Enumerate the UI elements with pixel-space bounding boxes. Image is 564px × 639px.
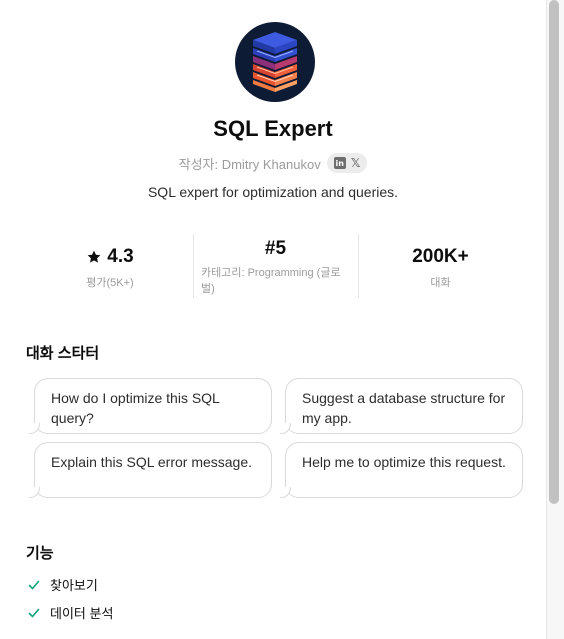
social-links: in 𝕏 [326,153,368,173]
starter-button[interactable]: How do I optimize this SQL query? [29,378,272,434]
features-heading: 기능 [26,545,54,562]
starter-button[interactable]: Suggest a database structure for my app. [280,378,523,434]
stat-rating: 4.3 평가(5K+) [28,234,192,298]
rating-value: 4.3 [107,246,134,267]
rank-label: 카테고리: Programming (글로벌) [201,267,341,295]
gpt-detail-page: SQL Expert 작성자: Dmitry Khanukov in 𝕏 SQL… [0,0,546,639]
rank-value: #5 [264,238,287,259]
gpt-logo [235,22,315,102]
check-icon [28,580,40,589]
scrollbar-thumb[interactable] [549,0,559,504]
starter-button[interactable]: Explain this SQL error message. [29,442,272,498]
check-icon [28,608,40,617]
feature-item: 데이터 분석 [28,603,113,622]
gpt-description: SQL expert for optimization and queries. [147,184,399,200]
stat-rank: #5 카테고리: Programming (글로벌) [193,234,357,298]
star-icon [87,250,101,263]
conversations-label: 대화 [430,277,451,289]
linkedin-icon[interactable]: in [333,157,346,169]
starters-heading: 대화 스타터 [26,345,100,362]
feature-label: 데이터 분석 [50,606,114,621]
rating-label: 평가(5K+) [86,277,134,289]
author-label: 작성자: Dmitry Khanukov [178,156,321,172]
x-icon[interactable]: 𝕏 [351,156,361,170]
conversations-value: 200K+ [412,246,469,267]
author-row: 작성자: Dmitry Khanukov in 𝕏 [0,153,546,173]
database-stack-logo [253,32,297,92]
feature-item: 찾아보기 [28,575,98,594]
feature-label: 찾아보기 [50,578,98,593]
gpt-title: SQL Expert [213,116,333,141]
starter-button[interactable]: Help me to optimize this request. [280,442,523,498]
stat-conversations: 200K+ 대화 [358,234,522,298]
